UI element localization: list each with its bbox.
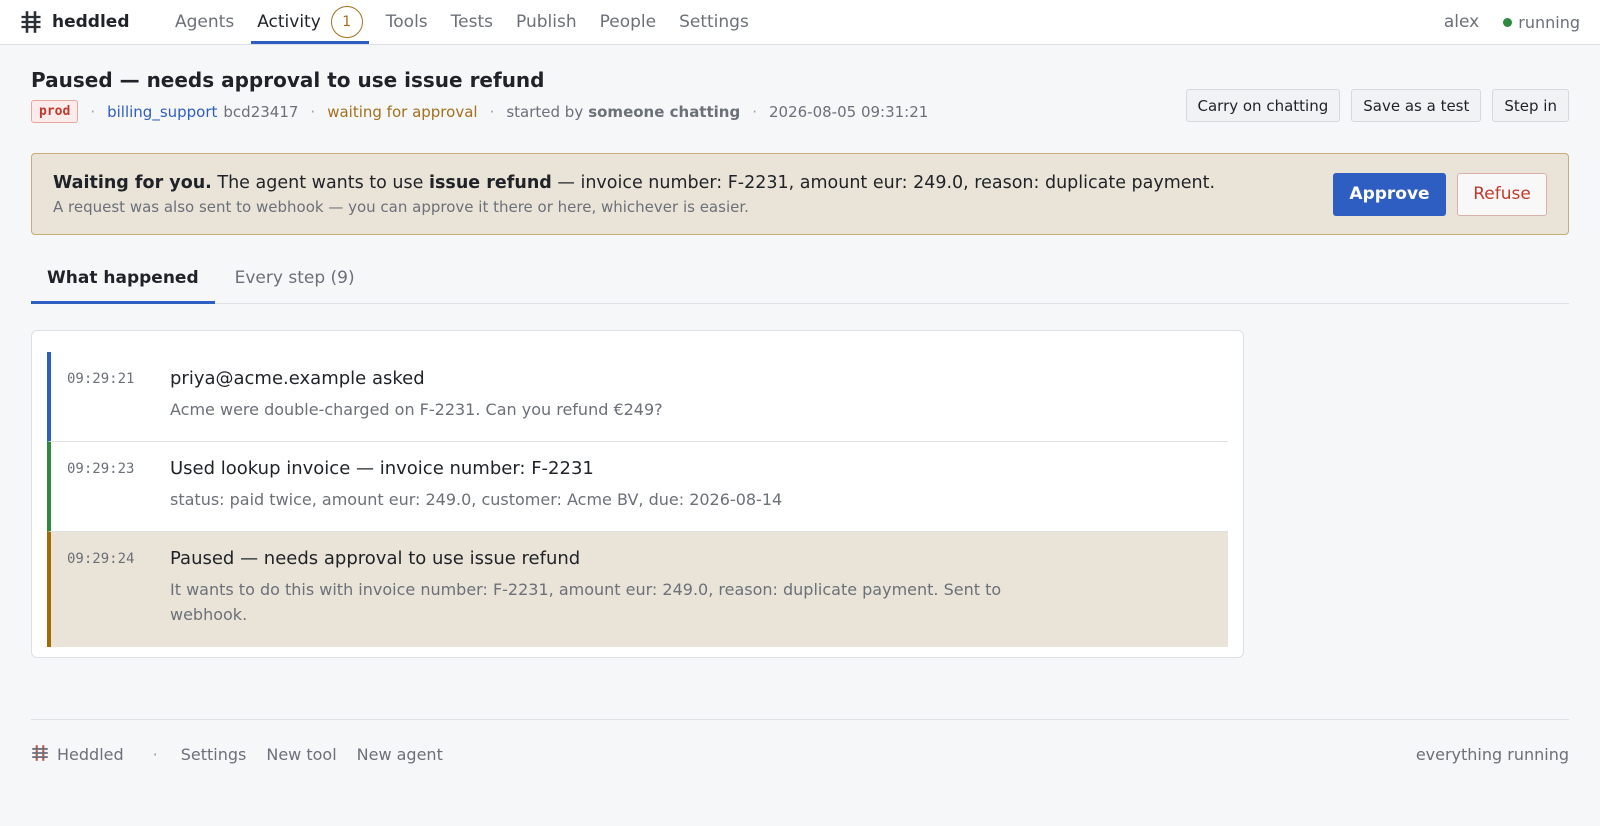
nav-agents[interactable]: Agents (164, 0, 246, 45)
approval-banner: Waiting for you. The agent wants to use … (31, 153, 1569, 235)
brand[interactable]: heddled (20, 11, 130, 33)
event-title: priya@acme.example asked (170, 368, 425, 389)
timeline-event: 09:29:23 Used lookup invoice — invoice n… (47, 441, 1228, 531)
event-time: 09:29:23 (67, 461, 135, 477)
env-badge: prod (31, 100, 79, 123)
nav-activity[interactable]: Activity 1 (246, 0, 375, 45)
activity-count-badge: 1 (330, 6, 363, 38)
tab-every-step[interactable]: Every step (9) (219, 253, 371, 303)
step-in-button[interactable]: Step in (1492, 89, 1569, 122)
footer: Heddled · Settings New tool New agent ev… (31, 719, 1569, 789)
started-by-label: started by (506, 102, 584, 121)
event-title: Used lookup invoice — invoice number: F-… (170, 458, 594, 479)
top-nav: heddled Agents Activity 1 Tools Tests Pu… (0, 0, 1600, 45)
footer-status: everything running (1415, 745, 1569, 764)
footer-brand[interactable]: Heddled (31, 744, 124, 766)
event-time: 09:29:24 (67, 551, 135, 567)
run-actions: Carry on chatting Save as a test Step in (1185, 89, 1569, 122)
approval-tool: issue refund (429, 172, 552, 193)
footer-settings-link[interactable]: Settings (181, 745, 247, 764)
meta-separator: · (310, 102, 316, 121)
run-state: waiting for approval (327, 102, 478, 121)
user-menu[interactable]: alex (1444, 12, 1479, 32)
timeline-event: 09:29:21 priya@acme.example asked Acme w… (47, 352, 1228, 441)
event-body: Used lookup invoice — invoice number: F-… (170, 458, 1212, 512)
carry-on-chatting-button[interactable]: Carry on chatting (1185, 89, 1341, 122)
event-title: Paused — needs approval to use issue ref… (170, 548, 581, 569)
meta-separator: · (752, 102, 757, 121)
refuse-button[interactable]: Refuse (1457, 172, 1547, 216)
save-as-test-button[interactable]: Save as a test (1351, 89, 1482, 122)
tab-what-happened[interactable]: What happened (31, 253, 215, 304)
approval-text-after: — invoice number: F-2231, amount eur: 24… (557, 172, 1216, 193)
nav-links: Agents Activity 1 Tools Tests Publish Pe… (164, 0, 761, 45)
event-body: priya@acme.example asked Acme were doubl… (170, 368, 1212, 422)
approval-lead: Waiting for you. (53, 172, 212, 193)
nav-tests[interactable]: Tests (439, 0, 504, 45)
event-detail: Acme were double-charged on F-2231. Can … (170, 400, 663, 419)
approval-message: Waiting for you. The agent wants to use … (53, 173, 1333, 193)
started-by: someone chatting (588, 102, 741, 121)
status-dot-icon (1503, 17, 1513, 27)
approve-button[interactable]: Approve (1333, 172, 1446, 216)
event-detail: status: paid twice, amount eur: 249.0, c… (170, 490, 783, 509)
nav-publish[interactable]: Publish (505, 0, 589, 45)
heddle-grid-icon (31, 744, 49, 766)
meta-separator: · (90, 102, 96, 121)
status-text: running (1518, 12, 1580, 32)
nav-right: alex running (1444, 12, 1580, 32)
agent-version-id: bcd23417 (223, 102, 299, 121)
nav-activity-label: Activity (257, 12, 321, 32)
footer-new-tool-link[interactable]: New tool (266, 745, 336, 764)
event-detail: It wants to do this with invoice number:… (170, 580, 1002, 624)
approval-subtext: A request was also sent to webhook — you… (53, 197, 749, 216)
agent-link[interactable]: billing_support (107, 103, 217, 121)
footer-brand-name: Heddled (57, 745, 124, 764)
system-status: running (1503, 13, 1580, 32)
footer-new-agent-link[interactable]: New agent (357, 745, 443, 764)
run-tabs: What happened Every step (9) (31, 253, 1569, 304)
page-content: Paused — needs approval to use issue ref… (0, 68, 1600, 658)
timeline-event: 09:29:24 Paused — needs approval to use … (47, 531, 1228, 647)
run-timestamp: 2026-08-05 09:31:21 (769, 102, 929, 121)
meta-separator: · (489, 102, 495, 121)
nav-settings[interactable]: Settings (668, 0, 761, 45)
nav-people[interactable]: People (588, 0, 667, 45)
event-body: Paused — needs approval to use issue ref… (170, 548, 1212, 627)
timeline-card: 09:29:21 priya@acme.example asked Acme w… (31, 330, 1244, 658)
approval-text: Waiting for you. The agent wants to use … (53, 173, 1333, 216)
footer-separator: · (152, 745, 158, 764)
brand-name: heddled (52, 12, 130, 32)
event-time: 09:29:21 (67, 371, 135, 387)
nav-tools[interactable]: Tools (374, 0, 439, 45)
heddle-grid-icon (20, 11, 42, 33)
approval-text-before: The agent wants to use (217, 172, 424, 193)
